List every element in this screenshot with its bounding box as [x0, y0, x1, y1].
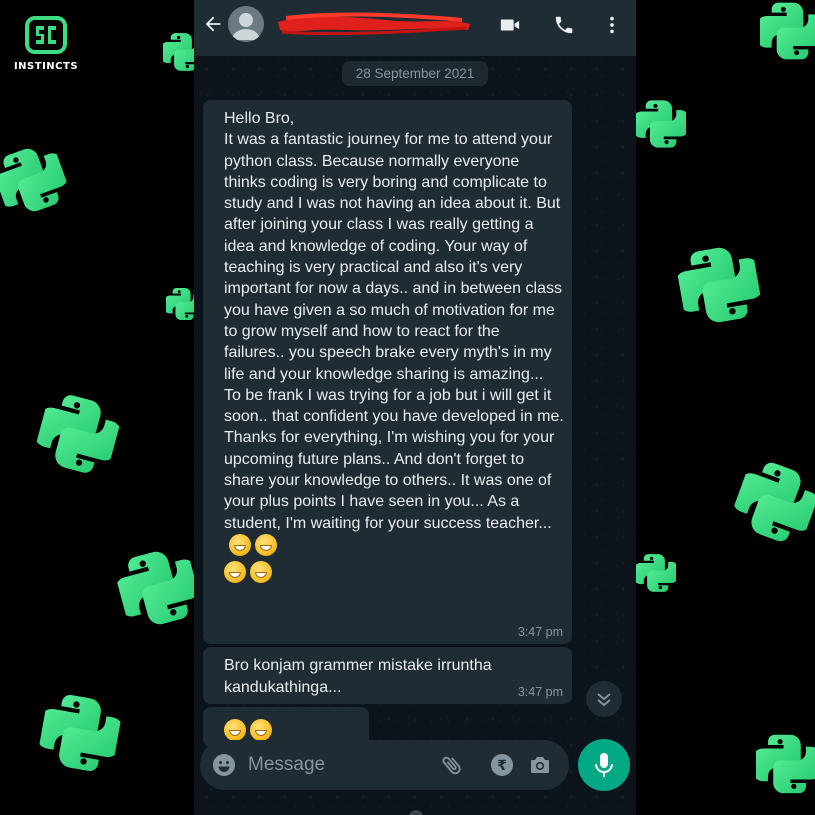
message-time: 3:47 pm	[517, 685, 563, 699]
python-logo-icon	[756, 734, 815, 794]
grinning-face-emoji-icon	[224, 719, 246, 741]
message-bubble[interactable]: Hello Bro, It was a fantastic journey fo…	[203, 100, 572, 644]
double-chevron-down-icon	[597, 693, 611, 707]
python-logo-icon	[31, 388, 125, 480]
grinning-face-emoji-icon	[250, 719, 272, 741]
python-logo-icon	[673, 241, 765, 329]
python-logo-icon	[636, 100, 686, 148]
message-text: Bro konjam grammer mistake irruntha kand…	[224, 657, 492, 696]
whatsapp-chat-screen: 28 September 2021 Hello Bro, It was a fa…	[194, 0, 636, 815]
camera-icon[interactable]	[528, 753, 552, 777]
message-time: 3:47 pm	[517, 625, 563, 639]
chat-header	[194, 0, 636, 56]
emoji-icon[interactable]	[212, 753, 236, 777]
default-avatar-icon	[232, 13, 260, 40]
video-call-icon[interactable]	[498, 14, 522, 36]
python-logo-icon	[0, 138, 76, 222]
message-input[interactable]	[248, 752, 428, 778]
grinning-face-emoji-icon	[250, 561, 272, 584]
grinning-face-emoji-icon	[255, 533, 277, 556]
python-logo-icon	[111, 542, 205, 634]
grinning-face-emoji-icon	[224, 561, 246, 584]
message-composer: ₹	[200, 740, 569, 790]
mic-icon	[595, 753, 613, 777]
message-bubble[interactable]: Bro konjam grammer mistake irruntha kand…	[203, 647, 572, 704]
voice-call-icon[interactable]	[552, 14, 576, 36]
brand-name: INSTINCTS	[13, 61, 79, 72]
date-separator: 28 September 2021	[342, 61, 488, 86]
avatar[interactable]	[228, 6, 264, 42]
voice-message-button[interactable]	[578, 739, 630, 791]
instincts-logo: INSTINCTS	[10, 16, 82, 72]
svg-text:₹: ₹	[497, 758, 507, 774]
scroll-to-bottom-button[interactable]	[586, 681, 622, 717]
more-options-icon[interactable]	[600, 14, 624, 36]
python-logo-icon	[636, 554, 676, 592]
attach-icon[interactable]	[440, 753, 464, 777]
rupee-payment-icon[interactable]: ₹	[490, 753, 514, 777]
python-logo-icon	[727, 453, 815, 551]
grinning-face-emoji-icon	[229, 533, 251, 556]
redacted-contact-name	[278, 12, 470, 36]
python-logo-icon	[760, 2, 815, 60]
back-arrow-icon[interactable]	[202, 12, 224, 36]
instincts-mark-icon	[25, 16, 67, 54]
message-body: Hello Bro, It was a fantastic journey fo…	[224, 110, 564, 532]
python-logo-icon	[35, 690, 125, 776]
message-text: Hello Bro, It was a fantastic journey fo…	[224, 108, 564, 586]
